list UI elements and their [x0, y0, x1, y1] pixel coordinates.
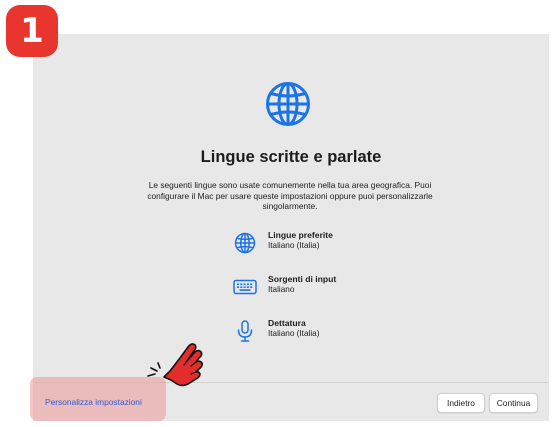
setting-item-value: Italiano (Italia): [268, 329, 320, 338]
setting-item-value: Italiano (Italia): [268, 241, 320, 250]
globe-icon: [234, 232, 256, 254]
step-badge: 1: [6, 5, 58, 57]
pointing-hand-icon: [147, 343, 203, 387]
page-title: Lingue scritte e parlate: [200, 148, 382, 166]
continue-button[interactable]: Continua: [489, 393, 538, 413]
page-description: Le seguenti lingue sono usate comunement…: [147, 180, 433, 212]
customize-settings-link[interactable]: Personalizza impostazioni: [45, 397, 142, 407]
back-button[interactable]: Indietro: [437, 393, 485, 413]
setting-item-dictation: Dettatura Italiano (Italia): [232, 318, 442, 350]
globe-icon: [266, 82, 310, 126]
keyboard-icon: [233, 279, 257, 295]
setting-item-value: Italiano: [268, 285, 295, 294]
setting-item-label: Dettatura: [268, 318, 306, 328]
microphone-icon: [237, 320, 253, 342]
setting-item-input-sources: Sorgenti di input Italiano: [232, 274, 442, 306]
setting-item-preferred-languages: Lingue preferite Italiano (Italia): [232, 230, 442, 262]
setting-item-label: Sorgenti di input: [268, 274, 337, 284]
setting-item-label: Lingue preferite: [268, 230, 333, 240]
